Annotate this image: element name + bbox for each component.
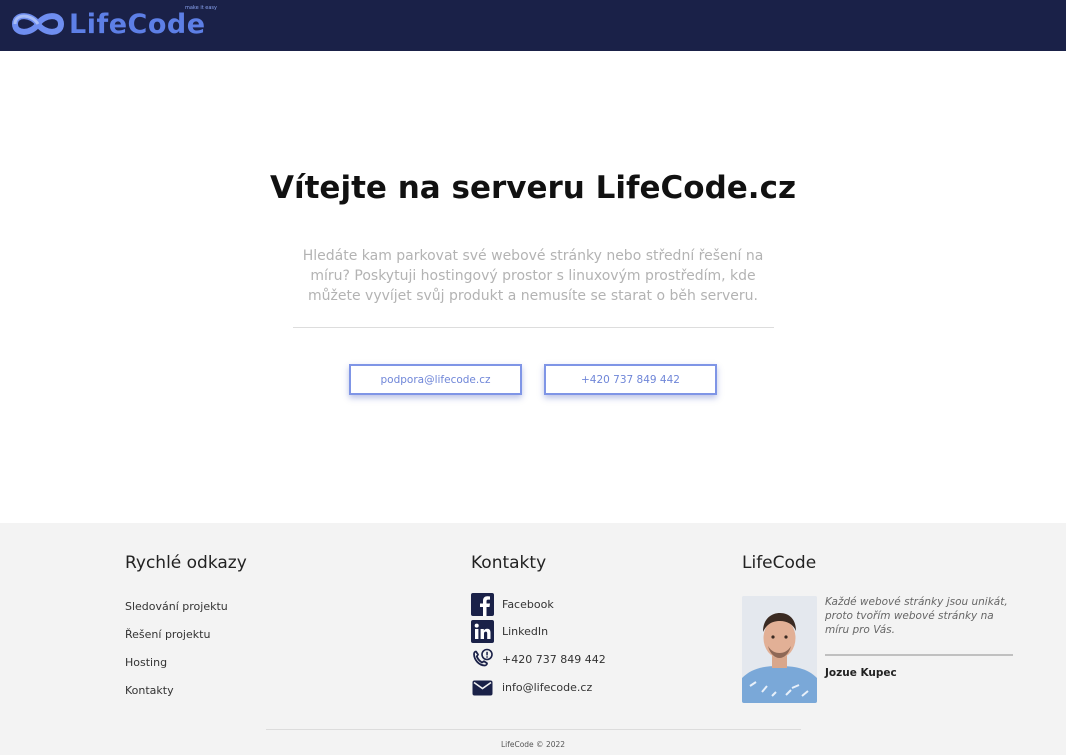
hero-divider [293, 327, 774, 328]
author-photo [742, 596, 817, 703]
phone-button[interactable]: +420 737 849 442 [544, 364, 717, 395]
contacts-title: Kontakty [471, 553, 547, 573]
contact-facebook[interactable]: Facebook [471, 592, 554, 616]
facebook-icon [471, 592, 494, 616]
copyright: LifeCode © 2022 [500, 740, 566, 749]
quick-links-title: Rychlé odkazy [125, 553, 247, 573]
infinity-icon [12, 13, 64, 35]
logo-link[interactable]: LifeCode [9, 6, 206, 42]
email-button[interactable]: podpora@lifecode.cz [349, 364, 522, 395]
quick-link-hosting[interactable]: Hosting [125, 656, 167, 669]
contact-email[interactable]: info@lifecode.cz [471, 675, 592, 699]
contact-linkedin[interactable]: LinkedIn [471, 619, 548, 643]
contact-phone[interactable]: +420 737 849 442 [471, 647, 606, 671]
quick-link-project-solutions[interactable]: Řešení projektu [125, 628, 210, 641]
page-title: Vítejte na serveru LifeCode.cz [269, 170, 796, 206]
author-name: Jozue Kupec [825, 667, 897, 679]
logo-text: LifeCode [69, 8, 206, 40]
hero-description: Hledáte kam parkovat své webové stránky … [302, 248, 764, 304]
top-navbar: LifeCode make it easy [0, 0, 1066, 51]
footer-divider [266, 729, 801, 730]
quote-divider [825, 654, 1013, 656]
mail-icon [471, 676, 494, 699]
logo-tagline: make it easy [185, 5, 217, 11]
contact-label: Facebook [502, 597, 554, 611]
linkedin-icon [471, 619, 494, 643]
quick-link-contacts[interactable]: Kontakty [125, 684, 174, 697]
contact-label: +420 737 849 442 [502, 652, 606, 666]
contact-label: info@lifecode.cz [502, 680, 593, 694]
quick-link-project-tracking[interactable]: Sledování projektu [125, 600, 228, 613]
phone-icon [471, 648, 494, 671]
about-quote: Každé webové stránky jsou unikát, proto … [825, 596, 1008, 636]
contact-label: LinkedIn [502, 624, 549, 638]
about-title: LifeCode [742, 553, 817, 573]
